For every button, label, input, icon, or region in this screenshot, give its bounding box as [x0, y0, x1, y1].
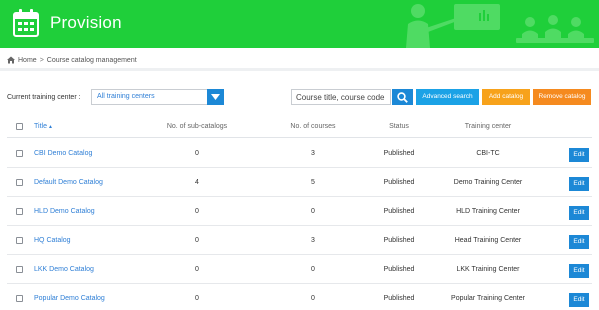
edit-button[interactable]: Edit	[569, 293, 589, 307]
sub-catalog-count: 0	[195, 237, 199, 244]
column-sub-catalogs: No. of sub-catalogs	[166, 123, 228, 130]
training-center-label: Current training center :	[7, 94, 81, 101]
row-checkbox[interactable]	[16, 150, 23, 157]
sub-catalog-count: 0	[195, 266, 199, 273]
training-center-text: Demo Training Center	[453, 179, 523, 186]
search-input[interactable]	[291, 89, 391, 105]
breadcrumb-separator: >	[39, 56, 44, 64]
column-courses: No. of courses	[290, 123, 336, 130]
row-checkbox[interactable]	[16, 208, 23, 215]
training-center-text: LKK Training Center	[456, 266, 520, 273]
divider	[0, 68, 599, 71]
course-count: 0	[311, 208, 315, 215]
status-text: Published	[383, 150, 415, 157]
column-training-center: Training center	[464, 123, 512, 130]
catalog-title-link[interactable]: LKK Demo Catalog	[34, 266, 94, 273]
dropdown-arrow[interactable]	[207, 89, 224, 105]
training-center-text: HLD Training Center	[456, 208, 520, 215]
table-row: HQ Catalog 0 3 Published Head Training C…	[7, 226, 592, 255]
row-checkbox[interactable]	[16, 237, 23, 244]
table-row: LKK Demo Catalog 0 0 Published LKK Train…	[7, 255, 592, 284]
catalog-title-link[interactable]: Default Demo Catalog	[34, 179, 103, 186]
course-count: 3	[311, 150, 315, 157]
training-center-text: CBI-TC	[476, 150, 500, 157]
status-text: Published	[383, 295, 415, 302]
catalog-title-link[interactable]: Popular Demo Catalog	[34, 295, 105, 302]
edit-button[interactable]: Edit	[569, 148, 589, 162]
caret-down-icon	[211, 94, 220, 100]
course-count: 3	[311, 237, 315, 244]
edit-button[interactable]: Edit	[569, 264, 589, 278]
table-row: CBI Demo Catalog 0 3 Published CBI-TC Ed…	[7, 139, 592, 168]
status-text: Published	[383, 237, 415, 244]
training-center-text: Popular Training Center	[451, 295, 525, 302]
table-row: HLD Demo Catalog 0 0 Published HLD Train…	[7, 197, 592, 226]
sub-catalog-count: 0	[195, 208, 199, 215]
training-center-text: Head Training Center	[454, 237, 522, 244]
sub-catalog-count: 0	[195, 295, 199, 302]
status-text: Published	[383, 266, 415, 273]
sub-catalog-count: 4	[195, 179, 199, 186]
remove-catalog-button[interactable]: Remove catalog	[533, 89, 591, 105]
row-checkbox[interactable]	[16, 266, 23, 273]
catalog-title-link[interactable]: CBI Demo Catalog	[34, 150, 92, 157]
course-count: 5	[311, 179, 315, 186]
catalog-title-link[interactable]: HLD Demo Catalog	[34, 208, 95, 215]
search-icon	[397, 92, 408, 103]
breadcrumb-home[interactable]: Home	[18, 57, 37, 64]
training-center-select[interactable]: All training centers	[91, 89, 224, 105]
row-checkbox[interactable]	[16, 295, 23, 302]
table-row: Popular Demo Catalog 0 0 Published Popul…	[7, 284, 592, 310]
table-header: Title▲ No. of sub-catalogs No. of course…	[7, 116, 592, 138]
app-header: Provision	[0, 0, 599, 48]
edit-button[interactable]: Edit	[569, 206, 589, 220]
advanced-search-button[interactable]: Advanced search	[416, 89, 479, 105]
edit-button[interactable]: Edit	[569, 235, 589, 249]
catalog-title-link[interactable]: HQ Catalog	[34, 237, 71, 244]
training-center-value: All training centers	[97, 93, 155, 100]
status-text: Published	[383, 179, 415, 186]
breadcrumb-current: Course catalog management	[46, 56, 137, 64]
row-checkbox[interactable]	[16, 179, 23, 186]
classroom-illustration	[406, 4, 594, 48]
column-status: Status	[389, 123, 409, 130]
home-icon	[7, 56, 15, 64]
edit-button[interactable]: Edit	[569, 177, 589, 191]
sort-up-icon: ▲	[47, 124, 53, 130]
calendar-icon	[13, 9, 39, 37]
breadcrumb: Home > Course catalog management	[7, 54, 137, 66]
course-count: 0	[311, 266, 315, 273]
sub-catalog-count: 0	[195, 150, 199, 157]
column-title[interactable]: Title▲	[34, 123, 53, 130]
search-button[interactable]	[392, 89, 413, 105]
select-all-checkbox[interactable]	[16, 123, 23, 130]
status-text: Published	[383, 208, 415, 215]
app-title: Provision	[50, 13, 122, 32]
course-count: 0	[311, 295, 315, 302]
add-catalog-button[interactable]: Add catalog	[482, 89, 530, 105]
table-row: Default Demo Catalog 4 5 Published Demo …	[7, 168, 592, 197]
